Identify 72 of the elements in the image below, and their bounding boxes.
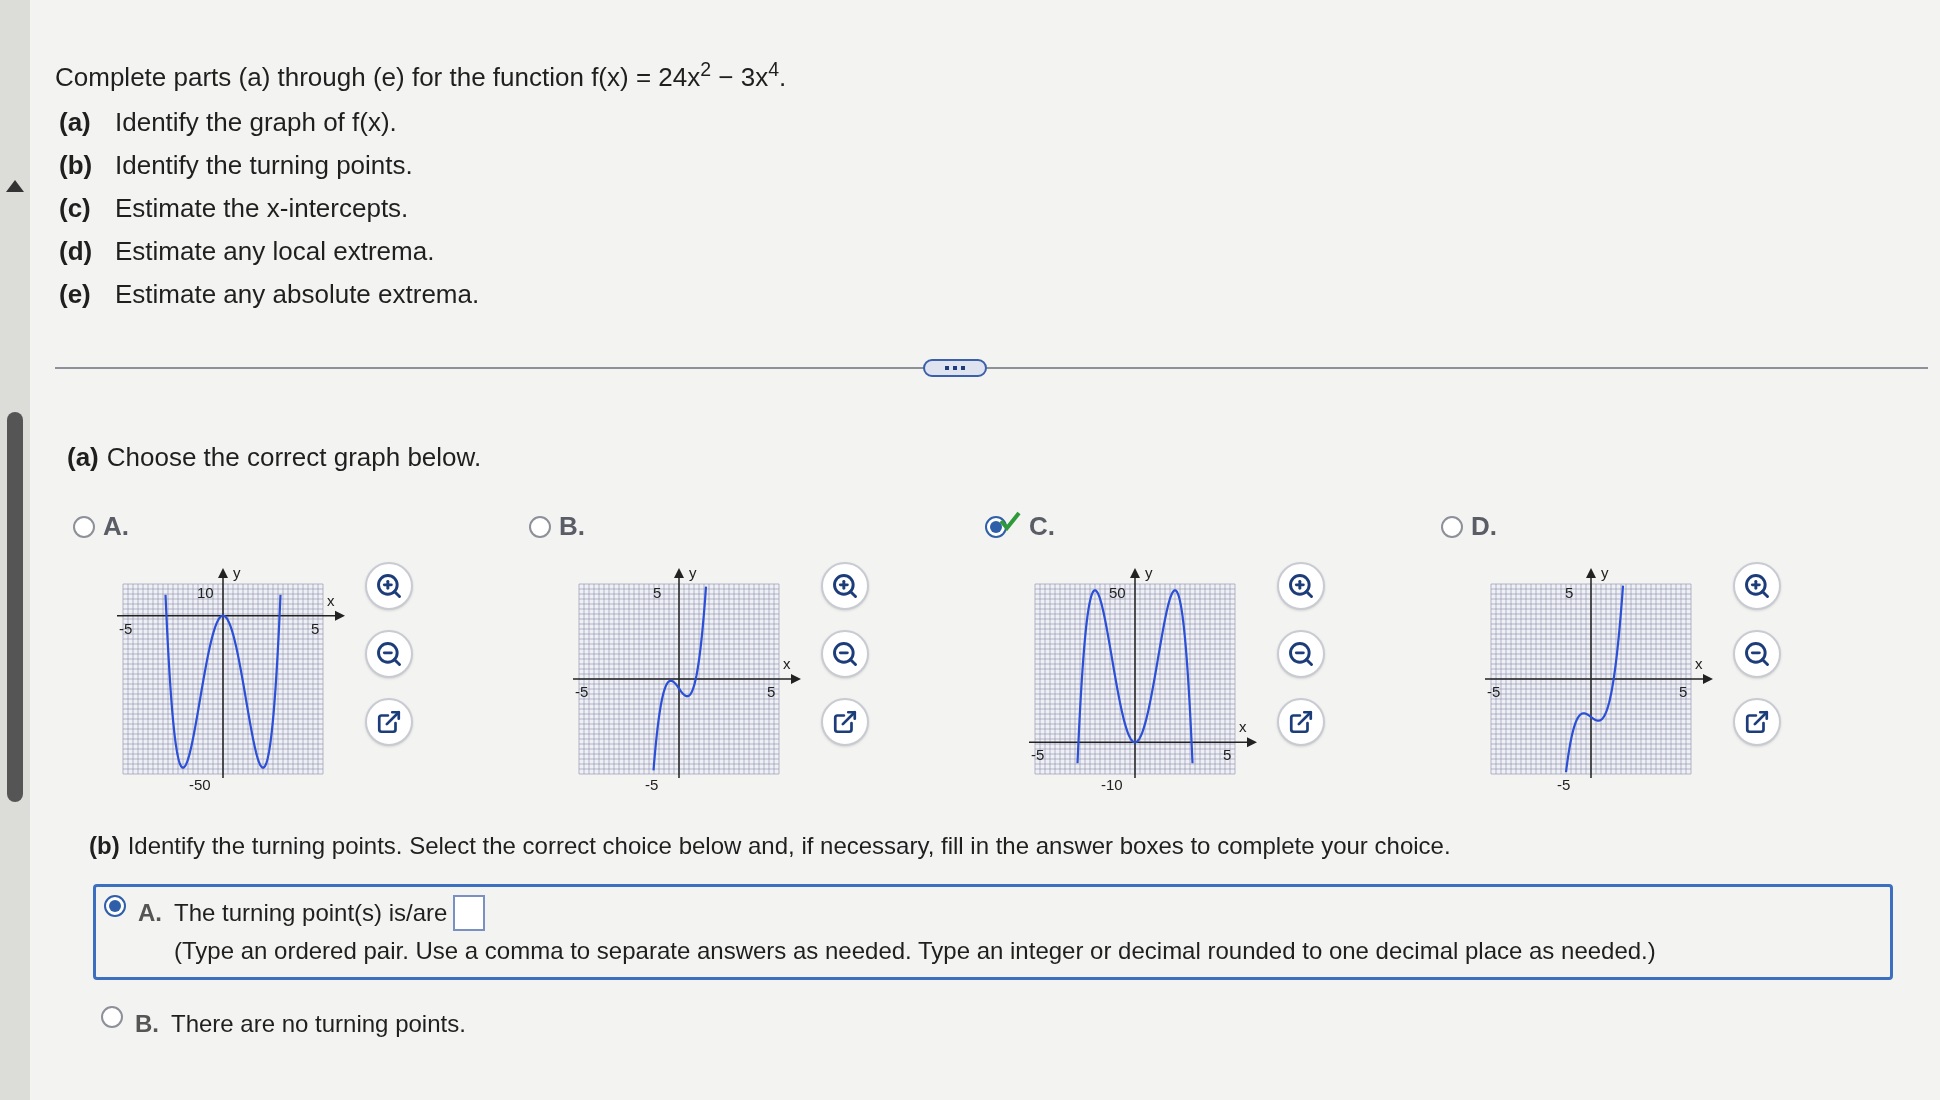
choice-text: There are no turning points. bbox=[171, 1009, 466, 1039]
part-tag: (d) bbox=[59, 232, 101, 271]
part-tag: (e) bbox=[59, 275, 101, 314]
zoom-in-icon[interactable] bbox=[821, 562, 869, 610]
zoom-in-icon[interactable] bbox=[365, 562, 413, 610]
external-link-icon[interactable] bbox=[1277, 698, 1325, 746]
axis-label: x bbox=[1695, 655, 1703, 672]
external-link-icon[interactable] bbox=[365, 698, 413, 746]
axis-label: y bbox=[1601, 564, 1609, 581]
tick-label: 10 bbox=[197, 584, 214, 601]
axis-label: y bbox=[689, 564, 697, 581]
option-letter: A. bbox=[138, 898, 162, 928]
axis-label: y bbox=[233, 564, 241, 581]
axis-label: x bbox=[783, 655, 791, 672]
option-letter: A. bbox=[103, 510, 129, 543]
external-link-icon[interactable] bbox=[821, 698, 869, 746]
zoom-out-icon[interactable] bbox=[1277, 630, 1325, 678]
radio-button[interactable] bbox=[1441, 515, 1463, 538]
tick-label: 5 bbox=[1223, 746, 1232, 764]
part-tag: (b) bbox=[59, 146, 101, 185]
option-letter: B. bbox=[135, 1009, 159, 1039]
zoom-out-icon[interactable] bbox=[365, 630, 413, 678]
tick-label: -5 bbox=[645, 776, 659, 793]
option-letter: B. bbox=[559, 510, 585, 543]
answer-choice[interactable]: B. There are no turning points. bbox=[93, 998, 1928, 1050]
radio-button[interactable] bbox=[529, 515, 551, 538]
tick-label: -10 bbox=[1101, 776, 1123, 793]
tick-label: 5 bbox=[767, 683, 776, 700]
part-tag: (b) bbox=[89, 828, 120, 864]
tick-label: -5 bbox=[1031, 746, 1045, 764]
zoom-in-icon[interactable] bbox=[1277, 562, 1325, 610]
part-prompt: Choose the correct graph below. bbox=[106, 441, 482, 474]
tick-label: -5 bbox=[119, 619, 133, 637]
zoom-in-icon[interactable] bbox=[1733, 562, 1781, 610]
tick-label: 5 bbox=[653, 584, 662, 601]
tick-label: 5 bbox=[1679, 683, 1688, 700]
axis-label: y bbox=[1145, 564, 1153, 581]
option-letter: C. bbox=[1029, 510, 1055, 543]
zoom-out-icon[interactable] bbox=[821, 630, 869, 678]
part-text: Estimate any absolute extrema. bbox=[115, 278, 480, 311]
radio-button[interactable] bbox=[73, 515, 95, 538]
part-text: Identify the turning points. bbox=[115, 149, 413, 182]
option-letter: D. bbox=[1471, 510, 1497, 543]
part-text: Identify the graph of f(x). bbox=[115, 106, 397, 139]
tick-label: 50 bbox=[1109, 584, 1126, 601]
axis-label: x bbox=[327, 591, 335, 609]
radio-button[interactable] bbox=[101, 1006, 123, 1028]
part-tag: (c) bbox=[59, 189, 101, 228]
tick-label: -50 bbox=[189, 776, 211, 793]
question-intro: Complete parts (a) through (e) for the function f(x) = 24x$^{2}$ − 3x$^{4}$. bbox=[55, 58, 788, 94]
axis-label: x bbox=[1239, 718, 1247, 736]
part-prompt: Identify the turning points. Select the correct choice below and, if necessary, fill in the answer boxes to complete your choice. bbox=[127, 831, 1451, 861]
answer-box[interactable] bbox=[453, 895, 486, 931]
zoom-out-icon[interactable] bbox=[1733, 630, 1781, 678]
part-tag: (a) bbox=[59, 103, 101, 142]
tick-label: 5 bbox=[311, 619, 320, 637]
external-link-icon[interactable] bbox=[1733, 698, 1781, 746]
radio-button[interactable] bbox=[985, 515, 1007, 538]
answer-hint: (Type an ordered pair. Use a comma to separate answers as needed. Type an integer or decimal rounded to one decimal place as needed.) bbox=[174, 936, 1656, 966]
more-dots-icon[interactable] bbox=[923, 359, 987, 377]
tick-label: -5 bbox=[1487, 683, 1501, 700]
tick-label: -5 bbox=[575, 683, 589, 700]
scroll-handle[interactable] bbox=[7, 412, 23, 802]
radio-button[interactable] bbox=[104, 895, 126, 917]
answer-choice[interactable]: A. The turning point(s) is/are (Type an ordered pair. Use a comma to separate answers as needed. Type an integer or decimal rounded to one decimal place as needed.) bbox=[93, 884, 1893, 980]
tick-label: -5 bbox=[1557, 776, 1571, 793]
tick-label: 5 bbox=[1565, 584, 1574, 601]
part-text: Estimate the x-intercepts. bbox=[115, 192, 409, 225]
up-triangle-icon[interactable] bbox=[6, 180, 24, 192]
choice-text: The turning point(s) is/are bbox=[174, 898, 448, 928]
part-tag: (a) bbox=[67, 438, 99, 477]
part-text: Estimate any local extrema. bbox=[115, 235, 435, 268]
